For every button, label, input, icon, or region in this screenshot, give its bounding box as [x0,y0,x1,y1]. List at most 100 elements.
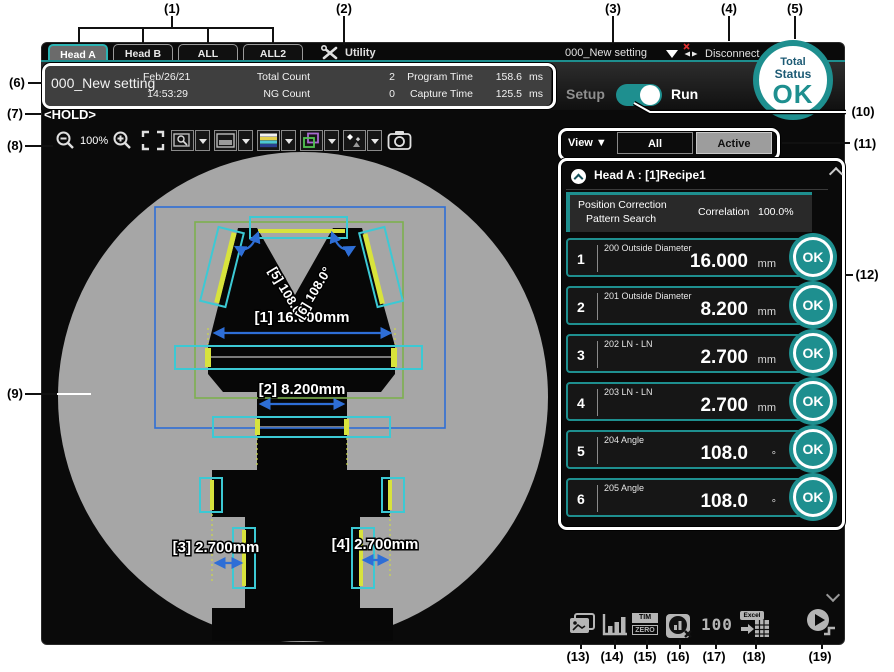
callout-17: (17) [698,649,730,664]
callout-line-white [57,393,91,395]
callout-line [25,113,41,115]
callout-line [25,145,53,147]
brightness-view-dropdown[interactable] [238,130,253,151]
callout-19: (19) [804,649,836,664]
callout-line [646,640,648,649]
overlay-display-button[interactable] [300,130,323,151]
callout-line [782,142,850,144]
position-correction-line2: Pattern Search [586,213,656,225]
row-number: 6 [577,491,585,507]
camera-image-canvas[interactable]: [1] 16.000mm [2] 8.200mm [3] 2.700mm [4]… [41,150,561,644]
overlay-display-dropdown[interactable] [324,130,339,151]
callout-4: (4) [713,1,745,16]
callout-line [821,640,823,649]
row-label: 204 Angle [604,435,644,445]
correlation-label: Correlation [698,206,749,218]
run-trigger-icon[interactable] [806,608,838,643]
info-date: Feb/26/21 [143,71,188,83]
callout-line [142,27,144,44]
row-unit: mm [758,258,776,270]
view-active-button[interactable]: Active [696,132,772,154]
row-value: 108.0 [700,443,748,465]
callout-line [614,640,616,649]
results-header: Head A : [1]Recipe1 [594,168,706,182]
callout-line [715,640,717,649]
result-row-6[interactable]: 6 205 Angle 108.0 ° OK [566,478,826,517]
callout-line [728,16,730,41]
view-dropdown[interactable]: View ▼ [568,137,607,149]
callout-line [580,640,582,649]
result-row-4[interactable]: 4 203 LN - LN 2.700 mm OK [566,382,826,421]
row-label: 200 Outside Diameter [604,243,692,253]
status-badge: OK [793,381,833,421]
saved-images-icon[interactable] [566,612,596,643]
capture-time-label: Capture Time [403,88,473,100]
callout-line [28,82,42,84]
position-correction-line1: Position Correction [578,199,667,211]
callout-line [612,16,614,44]
row-label: 201 Outside Diameter [604,291,692,301]
time-zero-reset-icon[interactable]: TIM ZERO [632,613,658,635]
zoom-region-button[interactable] [171,130,194,151]
row-value: 8.200 [700,299,748,321]
color-scale-button[interactable] [257,130,280,151]
result-row-1[interactable]: 1 200 Outside Diameter 16.000 mm OK [566,238,826,277]
zoom-region-dropdown[interactable] [195,130,210,151]
info-time: 14:53:29 [143,88,188,100]
row-number: 4 [577,395,585,411]
result-row-3[interactable]: 3 202 LN - LN 2.700 mm OK [566,334,826,373]
color-scale-dropdown[interactable] [281,130,296,151]
dim-label-2: [2] 8.200mm [259,381,346,398]
status-badge: OK [793,285,833,325]
callout-13: (13) [562,649,594,664]
callout-5: (5) [779,1,811,16]
utility-label[interactable]: Utility [345,47,376,59]
view-all-button[interactable]: All [617,132,693,154]
row-number: 5 [577,443,585,459]
callout-12: (12) [851,267,883,282]
callout-line [679,640,681,649]
dim-label-3: [3] 2.700mm [173,539,260,556]
statistics-chart-icon[interactable] [601,612,629,643]
callout-11: (11) [849,136,881,151]
total-count-label: Total Count [240,71,310,83]
callout-line [343,16,345,45]
callout-15: (15) [629,649,661,664]
callout-bracket [78,27,274,29]
info-program-name: 000_New setting [51,75,155,91]
row-unit: mm [758,306,776,318]
row-unit: mm [758,354,776,366]
marker-display-dropdown[interactable] [367,130,382,151]
program-selector[interactable]: 000_New setting [565,47,647,59]
result-row-2[interactable]: 2 201 Outside Diameter 8.200 mm OK [566,286,826,325]
row-value: 16.000 [690,251,748,273]
capture-time-unit: ms [529,88,543,100]
row-unit: ° [772,498,776,510]
correlation-value: 100.0% [758,206,794,218]
program-dropdown-icon[interactable] [666,50,678,58]
position-correction-card[interactable]: Position Correction Pattern Search Corre… [566,192,812,232]
collapse-chevron-icon[interactable] [571,169,586,184]
callout-3: (3) [597,1,629,16]
run-info-bar: 000_New setting Feb/26/21 14:53:29 Total… [45,66,551,106]
hold-indicator: <HOLD> [44,107,96,122]
row-label: 205 Angle [604,483,644,493]
disconnect-label[interactable]: Disconnect [705,48,759,60]
setup-label: Setup [566,86,605,102]
row-label: 202 LN - LN [604,339,653,349]
result-row-5[interactable]: 5 204 Angle 108.0 ° OK [566,430,826,469]
callout-18: (18) [738,649,770,664]
row-unit: ° [772,450,776,462]
dim-label-4: [4] 2.700mm [332,536,419,553]
counter-display-icon[interactable]: 100 [701,615,733,634]
marker-display-button[interactable] [343,130,366,151]
header-divider [566,189,828,190]
total-count-value: 2 [360,71,395,83]
tim-label: TIM [632,613,658,623]
callout-14: (14) [596,649,628,664]
callout-line [272,27,274,44]
screenshot-page: Head A Head B ALL ALL2 Utility 000_New s… [0,0,894,672]
brightness-view-button[interactable] [214,130,237,151]
callout-line [78,27,80,44]
callout-10: (10) [847,104,879,119]
